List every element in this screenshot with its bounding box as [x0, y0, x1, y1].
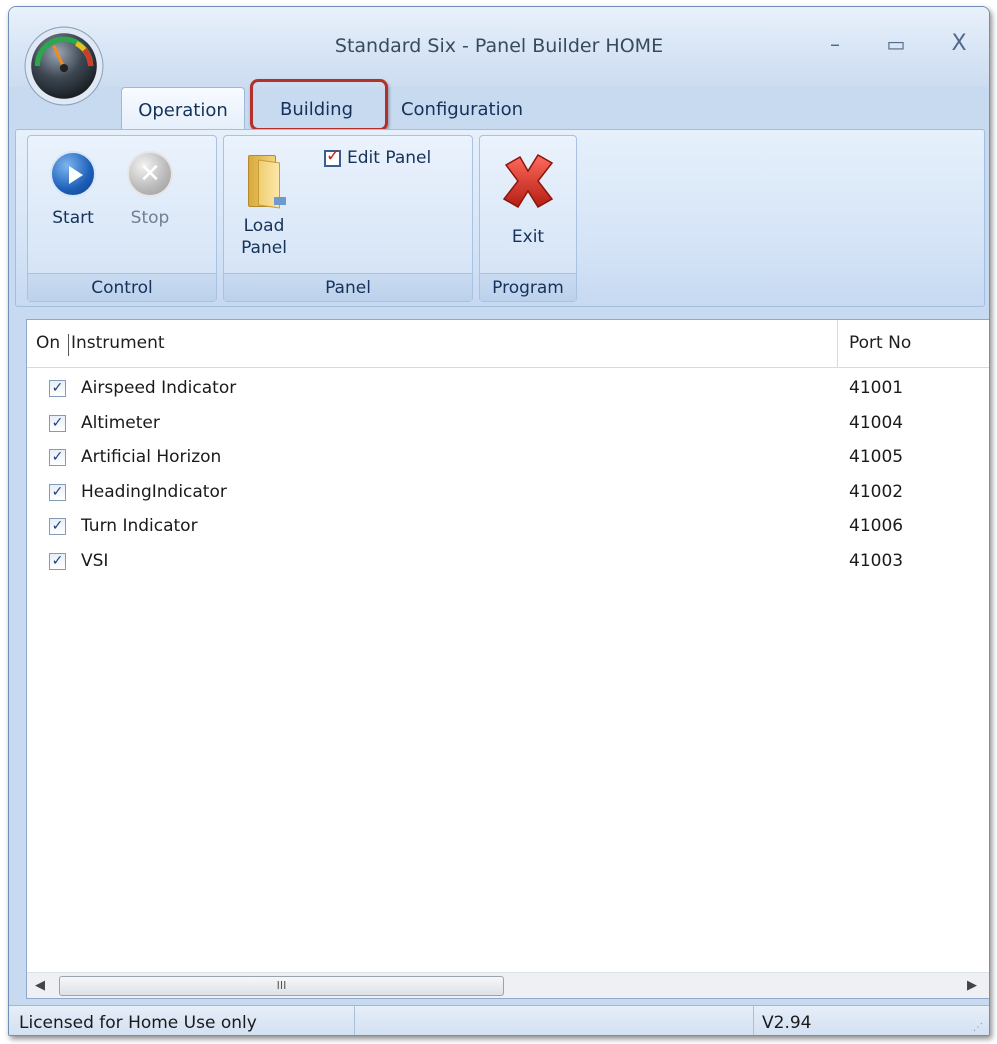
stop-x-icon: ✕	[127, 151, 173, 197]
instrument-name: Artificial Horizon	[81, 447, 222, 467]
ribbon: Start ✕ Stop Control Load Panel Edit Pan…	[15, 129, 985, 307]
instrument-name: Altimeter	[81, 412, 160, 433]
start-button[interactable]: Start	[38, 151, 108, 229]
stop-button[interactable]: ✕ Stop	[115, 151, 185, 229]
column-divider[interactable]	[837, 320, 838, 368]
resize-grip-icon[interactable]: ⋰	[973, 1022, 983, 1033]
ribbon-group-control: Start ✕ Stop Control	[27, 135, 217, 302]
list-item[interactable]: ✓ HeadingIndicator 41002	[27, 476, 989, 511]
load-label-line1: Load	[243, 216, 285, 236]
list-item[interactable]: ✓ Airspeed Indicator 41001	[27, 372, 989, 407]
scroll-right-arrow-icon[interactable]: ▶	[967, 978, 977, 993]
version-label: V2.94	[762, 1013, 812, 1033]
column-header-port[interactable]: Port No	[849, 333, 911, 353]
play-icon	[50, 151, 96, 197]
port-number: 41006	[849, 516, 904, 536]
ribbon-group-panel: Load Panel Edit Panel Panel	[223, 135, 473, 302]
tab-configuration[interactable]: Configuration	[389, 87, 535, 132]
enabled-checkbox[interactable]: ✓	[49, 552, 66, 570]
exit-label: Exit	[511, 227, 545, 247]
port-number: 41001	[849, 378, 904, 398]
load-label-line2: Panel	[241, 238, 287, 258]
list-item[interactable]: ✓ Altimeter 41004	[27, 407, 989, 442]
port-number: 41005	[849, 447, 904, 467]
group-label-control: Control	[28, 273, 216, 301]
instrument-name: Airspeed Indicator	[81, 378, 237, 398]
scroll-left-arrow-icon[interactable]: ◀	[35, 978, 45, 993]
tab-operation[interactable]: Operation	[121, 87, 245, 132]
list-rows: ✓ Airspeed Indicator 41001 ✓ Altimeter 4…	[27, 372, 989, 580]
red-x-icon	[502, 153, 554, 209]
folder-icon	[244, 151, 286, 209]
list-item[interactable]: ✓ Artificial Horizon 41005	[27, 441, 989, 476]
port-number: 41002	[849, 481, 904, 502]
ribbon-group-program: Exit Program	[479, 135, 577, 302]
group-label-panel: Panel	[224, 273, 472, 301]
minimize-button[interactable]: –	[815, 29, 855, 59]
instrument-name: VSI	[81, 550, 109, 571]
instrument-name: Turn Indicator	[81, 516, 198, 536]
port-number: 41004	[849, 412, 904, 433]
enabled-checkbox[interactable]: ✓	[49, 449, 66, 466]
close-button[interactable]: X	[939, 29, 979, 59]
status-divider	[753, 1006, 754, 1035]
enabled-checkbox[interactable]: ✓	[49, 483, 66, 501]
enabled-checkbox[interactable]: ✓	[49, 414, 66, 432]
maximize-button[interactable]: ▭	[876, 29, 916, 59]
exit-button[interactable]: Exit	[490, 151, 566, 248]
instrument-list[interactable]: On Instrument Port No ✓ Airspeed Indicat…	[26, 319, 989, 999]
edit-panel-button[interactable]: Edit Panel	[324, 146, 432, 168]
edit-panel-label: Edit Panel	[347, 148, 432, 168]
edit-checkbox-icon	[324, 146, 341, 167]
enabled-checkbox[interactable]: ✓	[49, 380, 66, 397]
app-window: Standard Six - Panel Builder HOME – ▭ X …	[8, 6, 990, 1036]
scroll-thumb[interactable]: III	[59, 976, 504, 996]
list-item[interactable]: ✓ Turn Indicator 41006	[27, 510, 989, 545]
status-bar: Licensed for Home Use only V2.94 ⋰	[9, 1005, 989, 1035]
column-divider[interactable]	[68, 334, 69, 356]
start-label: Start	[52, 208, 94, 228]
load-panel-button[interactable]: Load Panel	[234, 151, 294, 259]
building-tab-highlight	[250, 79, 388, 131]
group-label-program: Program	[480, 273, 576, 301]
license-status: Licensed for Home Use only	[19, 1013, 257, 1033]
gauge-icon[interactable]	[23, 25, 105, 107]
list-header: On Instrument Port No	[27, 320, 989, 368]
column-header-on[interactable]: On	[36, 333, 60, 353]
port-number: 41003	[849, 550, 904, 571]
stop-label: Stop	[130, 208, 170, 228]
list-item[interactable]: ✓ VSI 41003	[27, 545, 989, 580]
title-bar[interactable]: Standard Six - Panel Builder HOME – ▭ X	[9, 7, 989, 87]
column-header-instrument[interactable]: Instrument	[71, 333, 165, 353]
enabled-checkbox[interactable]: ✓	[49, 518, 66, 535]
status-divider	[354, 1006, 355, 1035]
instrument-name: HeadingIndicator	[81, 481, 227, 502]
horizontal-scrollbar[interactable]: ◀ III ▶	[27, 972, 989, 998]
